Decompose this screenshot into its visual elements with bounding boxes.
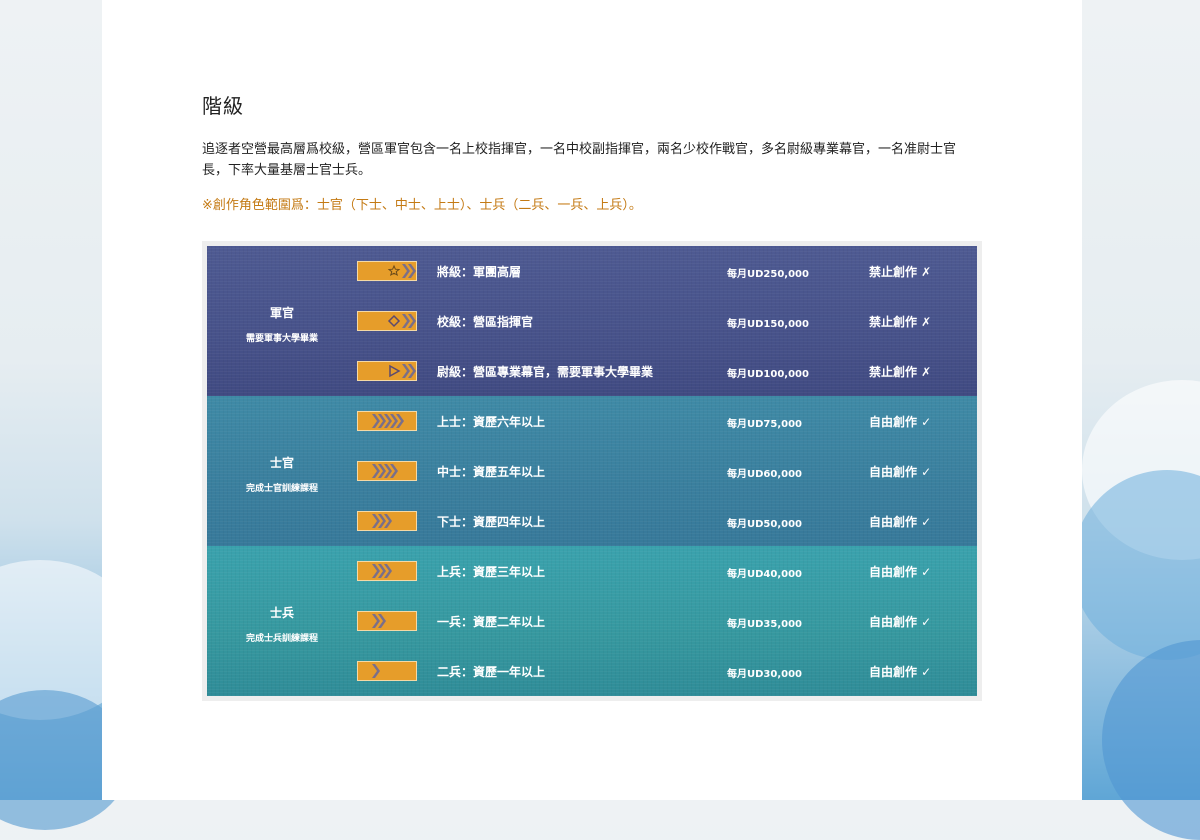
background-clouds-left [0, 0, 140, 830]
rank-row: 校級：營區指揮官 每月UD150,000 禁止創作 ✗ [207, 296, 977, 346]
rank-title: 校級：營區指揮官 [437, 315, 534, 329]
creation-status: 自由創作 ✓ [869, 415, 932, 429]
rank-title: 二兵：資歷一年以上 [437, 665, 546, 679]
rank-salary: 每月UD150,000 [727, 319, 809, 330]
rank-row: 將級：軍團高層 每月UD250,000 禁止創作 ✗ [207, 246, 977, 296]
creation-status: 自由創作 ✓ [869, 615, 932, 629]
chevron-1-icon [357, 661, 417, 681]
rank-row: 尉級：營區專業幕官，需要軍事大學畢業 每月UD100,000 禁止創作 ✗ [207, 346, 977, 396]
rank-salary: 每月UD40,000 [727, 569, 803, 580]
rank-title: 一兵：資歷二年以上 [437, 615, 546, 629]
rank-group-soldier: 士兵 完成士兵訓練課程 上兵：資歷三年以上 每月UD40,000 自由創作 ✓ [207, 546, 977, 696]
rank-salary: 每月UD250,000 [727, 269, 809, 280]
rank-row: 一兵：資歷二年以上 每月UD35,000 自由創作 ✓ [207, 596, 977, 646]
rank-title: 中士：資歷五年以上 [437, 465, 546, 479]
rank-title: 上兵：資歷三年以上 [437, 565, 546, 579]
rank-row: 上士：資歷六年以上 每月UD75,000 自由創作 ✓ [207, 396, 977, 446]
chevron-3-icon [357, 561, 417, 581]
rank-group-officer: 軍官 需要軍事大學畢業 將級：軍團高層 每月UD250,000 禁止創作 ✗ 校… [207, 246, 977, 396]
rank-row: 下士：資歷四年以上 每月UD50,000 自由創作 ✓ [207, 496, 977, 546]
creation-status: 自由創作 ✓ [869, 665, 932, 679]
creation-status: 自由創作 ✓ [869, 465, 932, 479]
rank-title: 將級：軍團高層 [437, 265, 522, 279]
star-insignia-icon [357, 261, 417, 281]
rank-salary: 每月UD35,000 [727, 619, 803, 630]
diamond-insignia-icon [357, 311, 417, 331]
rank-table: 軍官 需要軍事大學畢業 將級：軍團高層 每月UD250,000 禁止創作 ✗ 校… [202, 241, 982, 701]
rank-salary: 每月UD60,000 [727, 469, 803, 480]
rank-salary: 每月UD30,000 [727, 669, 803, 680]
rank-title: 尉級：營區專業幕官，需要軍事大學畢業 [437, 365, 654, 379]
section-title: 階級 [202, 94, 244, 118]
chevron-4-icon [357, 511, 417, 531]
rank-title: 下士：資歷四年以上 [437, 515, 546, 529]
chevron-4-icon [357, 461, 417, 481]
background-clouds-right [1072, 0, 1200, 840]
rank-row: 中士：資歷五年以上 每月UD60,000 自由創作 ✓ [207, 446, 977, 496]
chevron-5-icon [357, 411, 417, 431]
rank-salary: 每月UD100,000 [727, 369, 809, 380]
creation-status: 禁止創作 ✗ [869, 365, 932, 379]
rank-row: 上兵：資歷三年以上 每月UD40,000 自由創作 ✓ [207, 546, 977, 596]
rank-group-nco: 士官 完成士官訓練課程 上士：資歷六年以上 每月UD75,000 自由創作 ✓ … [207, 396, 977, 546]
creation-status: 自由創作 ✓ [869, 565, 932, 579]
triangle-insignia-icon [357, 361, 417, 381]
creation-status: 禁止創作 ✗ [869, 315, 932, 329]
section-intro: 追逐者空營最高層爲校級，營區軍官包含一名上校指揮官，一名中校副指揮官，兩名少校作… [202, 142, 957, 178]
creation-status: 自由創作 ✓ [869, 515, 932, 529]
creation-scope-note: ※創作角色範圍爲：士官（下士、中士、上士）、士兵（二兵、一兵、上兵）。 [202, 198, 642, 213]
rank-salary: 每月UD75,000 [727, 419, 803, 430]
chevron-2-icon [357, 611, 417, 631]
rank-row: 二兵：資歷一年以上 每月UD30,000 自由創作 ✓ [207, 646, 977, 696]
content-page: 階級 追逐者空營最高層爲校級，營區軍官包含一名上校指揮官，一名中校副指揮官，兩名… [102, 0, 1082, 800]
rank-salary: 每月UD50,000 [727, 519, 803, 530]
creation-status: 禁止創作 ✗ [869, 265, 932, 279]
rank-title: 上士：資歷六年以上 [437, 415, 546, 429]
